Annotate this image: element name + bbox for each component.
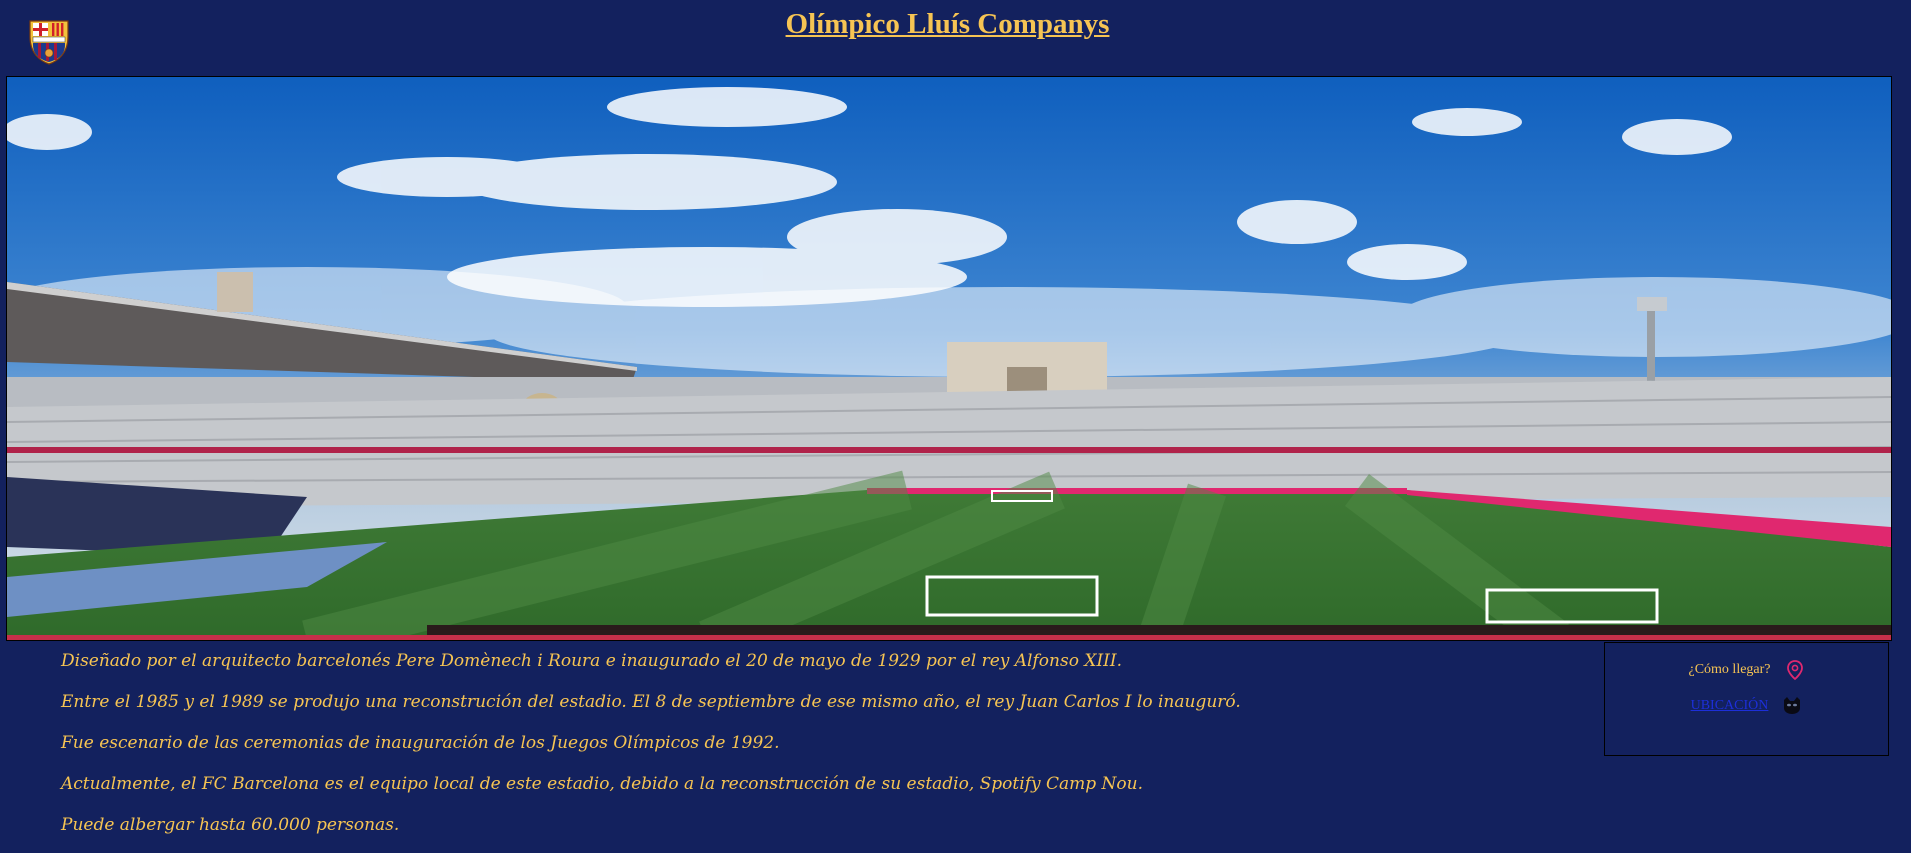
facts-list: Diseñado por el arquitecto barcelonés Pe…: [61, 648, 1561, 853]
stadium-panorama-image: [6, 76, 1892, 641]
how-to-get-label: ¿Cómo llegar?: [1688, 662, 1771, 677]
how-to-get-row: ¿Cómo llegar?: [1605, 659, 1888, 681]
fact-item: Diseñado por el arquitecto barcelonés Pe…: [61, 651, 1122, 671]
fact-item: Entre el 1985 y el 1989 se produjo una r…: [61, 692, 1241, 712]
fact-item: Actualmente, el FC Barcelona es el equip…: [61, 774, 1143, 794]
location-row: UBICACIÓN: [1605, 695, 1888, 717]
fact-item: Fue escenario de las ceremonias de inaug…: [61, 733, 780, 753]
mask-icon: [1784, 697, 1801, 714]
header: Olímpico Lluís Companys: [0, 0, 1895, 74]
page-title: Olímpico Lluís Companys: [785, 8, 1110, 40]
fact-item: Puede albergar hasta 60.000 personas.: [61, 815, 400, 835]
directions-panel: ¿Cómo llegar? UBICACIÓN: [1604, 642, 1889, 756]
map-pin-icon[interactable]: [1785, 659, 1805, 681]
location-link[interactable]: UBICACIÓN: [1691, 698, 1769, 714]
